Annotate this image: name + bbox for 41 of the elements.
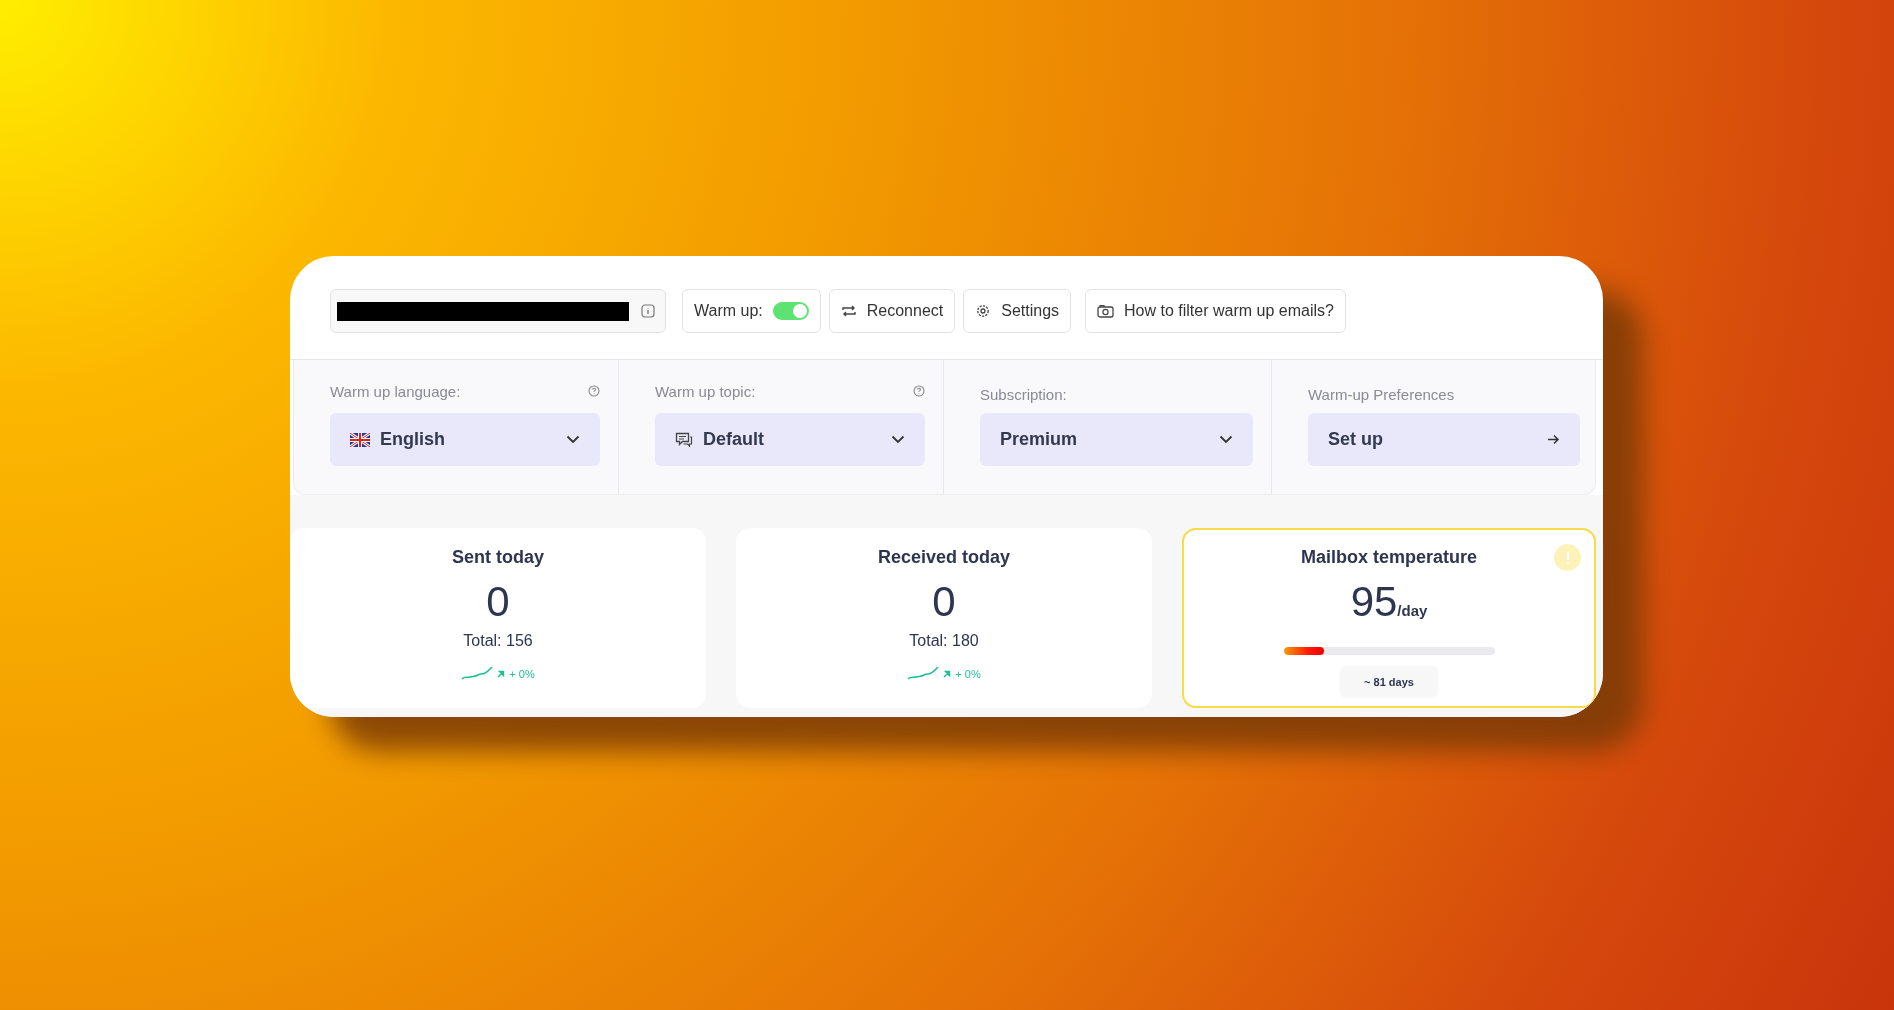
stat-total: Total: 156 bbox=[463, 632, 533, 650]
dropdown[interactable]: English bbox=[330, 413, 600, 466]
stat-value: 0 bbox=[486, 578, 510, 626]
account-field[interactable] bbox=[330, 289, 666, 333]
swap-arrows-icon bbox=[840, 304, 857, 318]
gear-icon bbox=[975, 303, 992, 319]
days-badge: ~ 81 days bbox=[1341, 667, 1437, 697]
toolbar-button[interactable]: Settings bbox=[963, 289, 1072, 333]
help-icon[interactable] bbox=[913, 385, 925, 397]
setting-label: Warm up language: bbox=[330, 382, 461, 400]
arrow-up-right-icon bbox=[943, 670, 952, 678]
dropdown[interactable]: Default bbox=[655, 413, 925, 466]
info-icon[interactable] bbox=[641, 304, 655, 318]
setting-label: Warm-up Preferences bbox=[1308, 385, 1455, 403]
chat-icon bbox=[675, 431, 693, 448]
chevron-down-icon bbox=[1219, 435, 1233, 444]
setting-label: Warm up topic: bbox=[655, 382, 756, 400]
toolbar-button[interactable]: Reconnect bbox=[828, 289, 956, 333]
dropdown[interactable]: Premium bbox=[980, 413, 1253, 466]
arrow-right-icon bbox=[1547, 434, 1560, 445]
sparkline-icon bbox=[461, 667, 494, 681]
trend-percent: + 0% bbox=[955, 668, 981, 680]
sparkline-icon bbox=[907, 667, 940, 681]
setup-link-button[interactable]: Set up bbox=[1308, 413, 1580, 466]
warm-up-control[interactable]: Warm up: bbox=[682, 289, 821, 333]
stat-title: Received today bbox=[877, 547, 1011, 568]
chevron-down-icon bbox=[891, 435, 905, 444]
stat-value: 0 bbox=[932, 578, 956, 626]
flag-icon bbox=[350, 432, 370, 447]
stat-value: 95/day bbox=[1350, 578, 1428, 627]
arrow-up-right-icon bbox=[497, 670, 506, 678]
warm-up-toggle[interactable] bbox=[772, 302, 809, 320]
toolbar-button[interactable]: How to filter warm up emails? bbox=[1085, 289, 1346, 333]
camera-icon bbox=[1097, 304, 1115, 318]
chevron-down-icon bbox=[566, 435, 580, 444]
stat-total: Total: 180 bbox=[909, 632, 979, 650]
trend-percent: + 0% bbox=[509, 668, 535, 680]
stat-title: Mailbox temperature bbox=[1300, 547, 1477, 568]
stat-title: Sent today bbox=[452, 547, 544, 568]
help-icon[interactable] bbox=[588, 385, 600, 397]
setting-label: Subscription: bbox=[980, 385, 1067, 403]
